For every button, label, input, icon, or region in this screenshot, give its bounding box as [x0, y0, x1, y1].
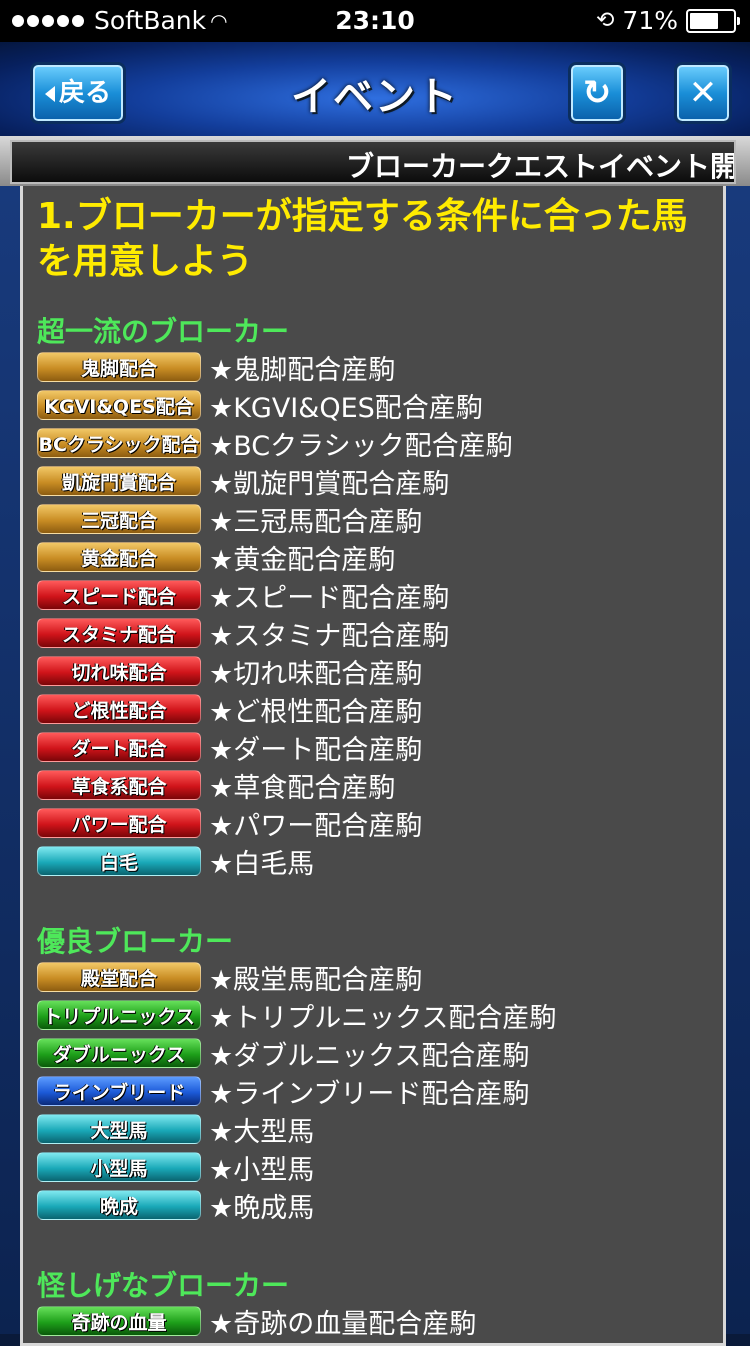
news-ticker: ブローカークエストイベント開始: [10, 140, 736, 184]
condition-text: ★小型馬: [209, 1154, 315, 1186]
status-bar: SoftBank ◠ 23:10 ⟲ 71%: [0, 0, 750, 42]
condition-row: ダブルニックス ★ダブルニックス配合産駒: [37, 1036, 530, 1072]
refresh-icon: ↻: [582, 73, 612, 113]
condition-badge: 奇跡の血量: [37, 1306, 201, 1336]
condition-row: スタミナ配合 ★スタミナ配合産駒: [37, 616, 450, 652]
condition-text: ★殿堂馬配合産駒: [209, 964, 423, 996]
condition-row: 晩成 ★晩成馬: [37, 1188, 315, 1224]
condition-row: KGVI&QES配合 ★KGVI&QES配合産駒: [37, 388, 483, 424]
condition-badge: 三冠配合: [37, 504, 201, 534]
condition-badge: ラインブリード: [37, 1076, 201, 1106]
condition-text: ★ラインブリード配合産駒: [209, 1078, 530, 1110]
condition-row: ラインブリード ★ラインブリード配合産駒: [37, 1074, 530, 1110]
left-background: [0, 186, 20, 1334]
condition-badge: スタミナ配合: [37, 618, 201, 648]
condition-badge: トリプルニックス: [37, 1000, 201, 1030]
section-heading: 優良ブローカー: [37, 925, 234, 958]
condition-row: パワー配合 ★パワー配合産駒: [37, 806, 423, 842]
condition-row: 白毛 ★白毛馬: [37, 844, 315, 880]
page-title: イベント: [291, 74, 459, 120]
condition-text: ★パワー配合産駒: [209, 810, 423, 842]
signal-dots-icon: [12, 14, 84, 27]
condition-badge: スピード配合: [37, 580, 201, 610]
condition-badge: 鬼脚配合: [37, 352, 201, 382]
condition-badge: KGVI&QES配合: [37, 390, 201, 420]
condition-text: ★白毛馬: [209, 848, 315, 880]
condition-badge: 白毛: [37, 846, 201, 876]
condition-text: ★草食配合産駒: [209, 772, 396, 804]
condition-text: ★ど根性配合産駒: [209, 696, 423, 728]
news-ticker-frame: ブローカークエストイベント開始: [0, 136, 750, 186]
condition-badge: 大型馬: [37, 1114, 201, 1144]
condition-text: ★スピード配合産駒: [209, 582, 450, 614]
condition-text: ★BCクラシック配合産駒: [209, 430, 513, 462]
battery-level: [690, 12, 719, 29]
condition-row: スピード配合 ★スピード配合産駒: [37, 578, 450, 614]
condition-row: 大型馬 ★大型馬: [37, 1112, 315, 1148]
condition-badge: パワー配合: [37, 808, 201, 838]
condition-text: ★黄金配合産駒: [209, 544, 396, 576]
condition-text: ★奇跡の血量配合産駒: [209, 1308, 477, 1340]
close-button[interactable]: ✕: [674, 62, 732, 124]
condition-badge: 草食系配合: [37, 770, 201, 800]
condition-badge: 切れ味配合: [37, 656, 201, 686]
condition-row: 草食系配合 ★草食配合産駒: [37, 768, 396, 804]
condition-badge: BCクラシック配合: [37, 428, 201, 458]
condition-text: ★鬼脚配合産駒: [209, 354, 396, 386]
ticker-text: ブローカークエストイベント開始: [346, 150, 736, 183]
condition-text: ★凱旋門賞配合産駒: [209, 468, 450, 500]
condition-row: 奇跡の血量 ★奇跡の血量配合産駒: [37, 1304, 477, 1340]
section-heading: 超一流のブローカー: [37, 315, 290, 348]
condition-row: ど根性配合 ★ど根性配合産駒: [37, 692, 423, 728]
condition-text: ★ダート配合産駒: [209, 734, 423, 766]
condition-text: ★晩成馬: [209, 1192, 315, 1224]
carrier-label: SoftBank: [94, 6, 207, 35]
condition-row: 黄金配合 ★黄金配合産駒: [37, 540, 396, 576]
condition-text: ★KGVI&QES配合産駒: [209, 392, 483, 424]
condition-row: 鬼脚配合 ★鬼脚配合産駒: [37, 350, 396, 386]
condition-badge: 凱旋門賞配合: [37, 466, 201, 496]
condition-badge: 黄金配合: [37, 542, 201, 572]
condition-text: ★トリプルニックス配合産駒: [209, 1002, 557, 1034]
battery-area: ⟲ 71%: [595, 6, 740, 35]
battery-icon: [686, 8, 740, 33]
content-panel[interactable]: 1.ブローカーが指定する条件に合った馬を用意しよう 超一流のブローカー 鬼脚配合 ★…: [20, 186, 726, 1346]
condition-row: 凱旋門賞配合 ★凱旋門賞配合産駒: [37, 464, 450, 500]
right-background: [726, 186, 750, 1334]
condition-badge: 晩成: [37, 1190, 201, 1220]
refresh-button[interactable]: ↻: [568, 62, 626, 124]
condition-text: ★三冠馬配合産駒: [209, 506, 423, 538]
condition-row: トリプルニックス ★トリプルニックス配合産駒: [37, 998, 557, 1034]
condition-text: ★切れ味配合産駒: [209, 658, 423, 690]
carrier-area: SoftBank ◠: [12, 6, 228, 35]
battery-percent: 71%: [622, 6, 678, 35]
close-icon: ✕: [688, 73, 718, 113]
condition-badge: 殿堂配合: [37, 962, 201, 992]
wifi-icon: ◠: [210, 8, 228, 33]
condition-badge: ダブルニックス: [37, 1038, 201, 1068]
condition-row: 切れ味配合 ★切れ味配合産駒: [37, 654, 423, 690]
orientation-lock-icon: ⟲: [595, 8, 615, 33]
condition-text: ★大型馬: [209, 1116, 315, 1148]
condition-row: BCクラシック配合 ★BCクラシック配合産駒: [37, 426, 513, 462]
condition-text: ★ダブルニックス配合産駒: [209, 1040, 530, 1072]
condition-badge: 小型馬: [37, 1152, 201, 1182]
app-header: 戻る イベント ↻ ✕: [0, 42, 750, 138]
condition-row: 三冠配合 ★三冠馬配合産駒: [37, 502, 423, 538]
condition-badge: ダート配合: [37, 732, 201, 762]
condition-row: 小型馬 ★小型馬: [37, 1150, 315, 1186]
condition-row: ダート配合 ★ダート配合産駒: [37, 730, 423, 766]
section-heading: 怪しげなブローカー: [37, 1269, 290, 1302]
condition-badge: ど根性配合: [37, 694, 201, 724]
condition-text: ★スタミナ配合産駒: [209, 620, 450, 652]
panel-title: 1.ブローカーが指定する条件に合った馬を用意しよう: [37, 196, 688, 282]
condition-row: 殿堂配合 ★殿堂馬配合産駒: [37, 960, 423, 996]
